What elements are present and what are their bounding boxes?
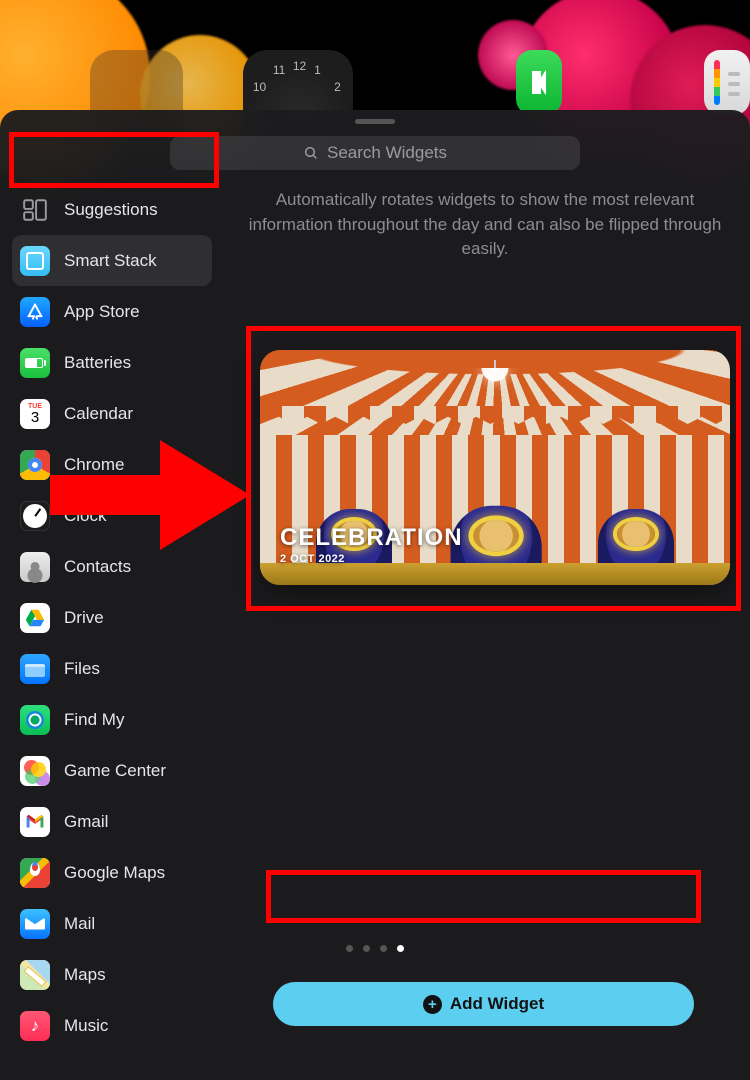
sidebar-item-maps[interactable]: Maps xyxy=(12,949,212,1000)
sidebar-item-find-my[interactable]: Find My xyxy=(12,694,212,745)
sidebar-item-clock[interactable]: Clock xyxy=(12,490,212,541)
contacts-app-icon xyxy=(704,50,750,115)
widget-description: Automatically rotates widgets to show th… xyxy=(240,184,730,262)
preview-title: CELEBRATION xyxy=(280,526,463,550)
gmail-icon xyxy=(20,807,50,837)
clock-number: 11 xyxy=(273,63,285,77)
clock-number: 12 xyxy=(293,59,306,73)
find-my-icon xyxy=(20,705,50,735)
clock-number: 10 xyxy=(253,80,266,94)
widget-preview[interactable]: CELEBRATION 2 OCT 2022 xyxy=(260,350,730,585)
sidebar-item-label: Batteries xyxy=(64,353,131,373)
widget-detail-pane: Automatically rotates widgets to show th… xyxy=(220,184,750,1080)
chrome-icon xyxy=(20,450,50,480)
app-store-icon xyxy=(20,297,50,327)
suggestions-icon xyxy=(20,195,50,225)
page-dot[interactable] xyxy=(380,945,387,952)
google-maps-icon xyxy=(20,858,50,888)
sidebar-item-label: Contacts xyxy=(64,557,131,577)
sidebar-item-app-store[interactable]: App Store xyxy=(12,286,212,337)
sidebar-item-label: Files xyxy=(64,659,100,679)
sidebar-item-suggestions[interactable]: Suggestions xyxy=(12,184,212,235)
sidebar-item-gmail[interactable]: Gmail xyxy=(12,796,212,847)
sidebar-item-label: Find My xyxy=(64,710,124,730)
sidebar-item-label: Smart Stack xyxy=(64,251,157,271)
sidebar-item-batteries[interactable]: Batteries xyxy=(12,337,212,388)
facetime-app-icon xyxy=(516,50,562,115)
clock-number: 2 xyxy=(334,80,341,94)
plus-icon: + xyxy=(423,995,442,1014)
widget-source-list[interactable]: Suggestions Smart Stack App Store Batter… xyxy=(0,184,220,1080)
sidebar-item-label: Music xyxy=(64,1016,108,1036)
search-placeholder: Search Widgets xyxy=(327,143,447,163)
sidebar-item-google-maps[interactable]: Google Maps xyxy=(12,847,212,898)
page-dot[interactable] xyxy=(397,945,404,952)
calendar-day-num: 3 xyxy=(31,410,39,425)
sidebar-item-chrome[interactable]: Chrome xyxy=(12,439,212,490)
sheet-grabber[interactable] xyxy=(355,119,395,124)
page-dot[interactable] xyxy=(346,945,353,952)
calendar-icon: TUE 3 xyxy=(20,399,50,429)
sidebar-item-label: Suggestions xyxy=(64,200,158,220)
page-indicator[interactable] xyxy=(346,945,404,952)
game-center-icon xyxy=(20,756,50,786)
sidebar-item-label: Calendar xyxy=(64,404,133,424)
sidebar-item-label: Clock xyxy=(64,506,107,526)
sidebar-item-label: Game Center xyxy=(64,761,166,781)
preview-subtitle: 2 OCT 2022 xyxy=(280,553,463,565)
mail-icon xyxy=(20,909,50,939)
clock-number: 1 xyxy=(314,63,321,77)
music-icon xyxy=(20,1011,50,1041)
sidebar-item-music[interactable]: Music xyxy=(12,1000,212,1051)
files-icon xyxy=(20,654,50,684)
maps-icon xyxy=(20,960,50,990)
page-dot[interactable] xyxy=(363,945,370,952)
add-widget-label: Add Widget xyxy=(450,994,544,1014)
contacts-icon xyxy=(20,552,50,582)
sidebar-item-label: Maps xyxy=(64,965,106,985)
sidebar-item-calendar[interactable]: TUE 3 Calendar xyxy=(12,388,212,439)
search-icon xyxy=(303,145,319,161)
smart-stack-icon xyxy=(20,246,50,276)
sidebar-item-game-center[interactable]: Game Center xyxy=(12,745,212,796)
batteries-icon xyxy=(20,348,50,378)
drive-icon xyxy=(20,603,50,633)
search-input[interactable]: Search Widgets xyxy=(170,136,580,170)
add-widget-button[interactable]: + Add Widget xyxy=(273,982,694,1026)
sidebar-item-drive[interactable]: Drive xyxy=(12,592,212,643)
sidebar-item-mail[interactable]: Mail xyxy=(12,898,212,949)
sidebar-item-label: Google Maps xyxy=(64,863,165,883)
sidebar-item-label: Mail xyxy=(64,914,95,934)
sidebar-item-files[interactable]: Files xyxy=(12,643,212,694)
sidebar-item-label: Drive xyxy=(64,608,104,628)
sidebar-item-contacts[interactable]: Contacts xyxy=(12,541,212,592)
sidebar-item-label: Gmail xyxy=(64,812,108,832)
sidebar-item-label: Chrome xyxy=(64,455,124,475)
sidebar-item-smart-stack[interactable]: Smart Stack xyxy=(12,235,212,286)
widget-gallery-sheet: Search Widgets Suggestions Smart Stack A… xyxy=(0,110,750,1080)
clock-icon xyxy=(20,501,50,531)
sidebar-item-label: App Store xyxy=(64,302,140,322)
